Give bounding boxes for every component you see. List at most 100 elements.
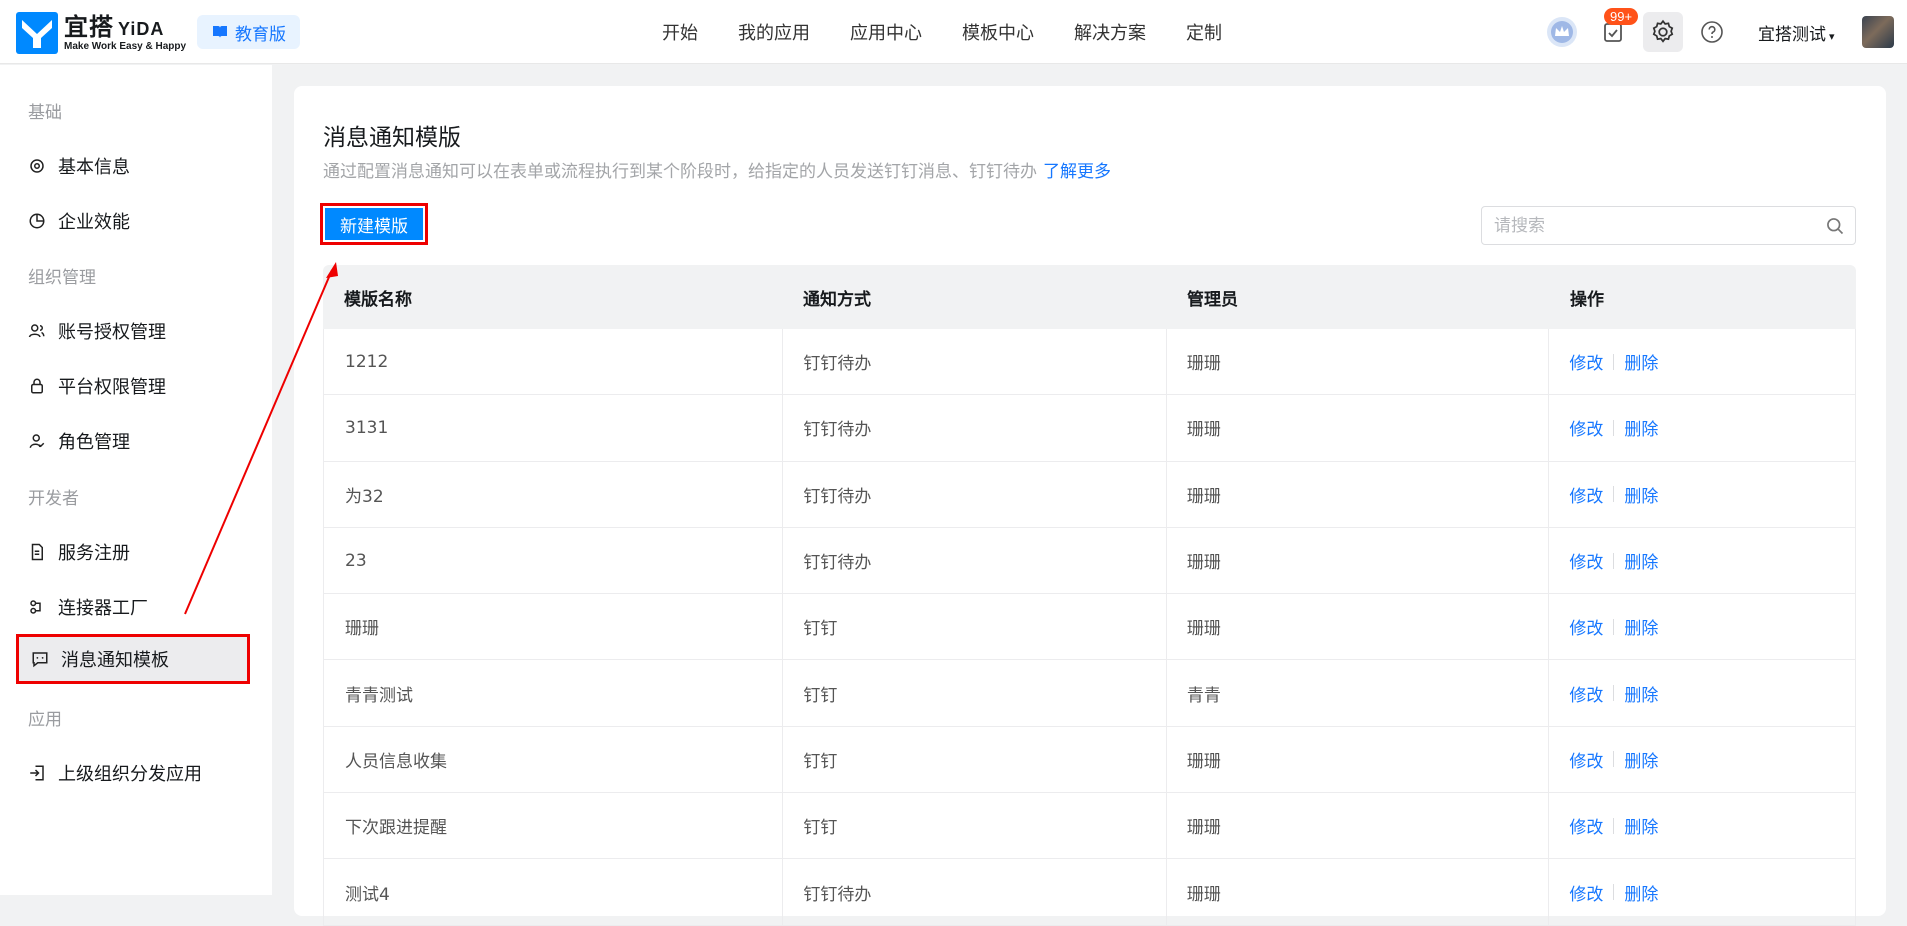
cell-method: 钉钉 xyxy=(783,660,1167,726)
sidebar-item-connector[interactable]: 连接器工厂 xyxy=(28,594,148,620)
cell-admin: 珊珊 xyxy=(1167,395,1550,461)
new-template-button[interactable]: 新建模版 xyxy=(325,208,423,240)
brand-slogan: Make Work Easy & Happy xyxy=(64,40,187,52)
cell-name: 3131 xyxy=(324,395,784,461)
delete-link[interactable]: 删除 xyxy=(1624,482,1658,507)
sidebar-item-role[interactable]: 角色管理 xyxy=(28,428,130,454)
gear-icon[interactable] xyxy=(1643,12,1683,52)
nav-template-center[interactable]: 模板中心 xyxy=(962,19,1034,45)
group-dev: 开发者 xyxy=(28,489,79,509)
search-icon[interactable] xyxy=(1825,216,1845,236)
edition-badge[interactable]: 教育版 xyxy=(197,15,300,49)
cell-admin: 珊珊 xyxy=(1167,329,1550,395)
sidebar-item-notify-template[interactable]: 消息通知模板 xyxy=(16,634,250,684)
cell-name: 青青测试 xyxy=(324,660,784,726)
delete-link[interactable]: 删除 xyxy=(1624,614,1658,639)
search-box xyxy=(1481,206,1856,245)
cell-admin: 珊珊 xyxy=(1167,726,1550,793)
cell-actions: 修改 删除 xyxy=(1549,793,1855,858)
template-table: 模版名称 通知方式 管理员 操作 1212 钉钉待办 珊珊 修改 删除 3131 钉钉待办珊… xyxy=(323,265,1856,926)
edit-link[interactable]: 修改 xyxy=(1569,614,1603,639)
description-text: 通过配置消息通知可以在表单或流程执行到某个阶段时，给指定的人员发送钉钉消息、钉钉… xyxy=(323,162,1037,182)
help-icon[interactable] xyxy=(1694,14,1730,50)
sidebar-item-service[interactable]: 服务注册 xyxy=(28,539,130,565)
edit-link[interactable]: 修改 xyxy=(1569,747,1603,772)
nav-solutions[interactable]: 解决方案 xyxy=(1074,19,1146,45)
table-row: 为32 钉钉待办 珊珊 修改 删除 xyxy=(323,461,1856,528)
sidebar-item-label: 消息通知模板 xyxy=(61,650,169,671)
cell-admin: 珊珊 xyxy=(1167,859,1550,925)
user-name: 宜搭测试 xyxy=(1758,25,1826,45)
cell-name: 测试4 xyxy=(324,859,784,925)
group-org: 组织管理 xyxy=(28,268,96,288)
search-input[interactable] xyxy=(1482,207,1802,244)
cell-name: 人员信息收集 xyxy=(324,726,784,793)
delete-link[interactable]: 删除 xyxy=(1624,813,1658,838)
delete-link[interactable]: 删除 xyxy=(1624,747,1658,772)
top-bar: 宜搭 YiDA Make Work Easy & Happy 教育版 开始 我的应… xyxy=(0,0,1907,64)
sidebar-item-label: 上级组织分发应用 xyxy=(58,764,202,785)
nav-start[interactable]: 开始 xyxy=(662,19,698,45)
cell-actions: 修改 删除 xyxy=(1549,859,1855,924)
brand-en: YiDA xyxy=(118,18,165,39)
delete-link[interactable]: 删除 xyxy=(1624,681,1658,706)
delete-link[interactable]: 删除 xyxy=(1624,548,1658,573)
sidebar-item-efficiency[interactable]: 企业效能 xyxy=(28,208,130,234)
edition-label: 教育版 xyxy=(235,24,286,45)
cell-actions: 修改 删除 xyxy=(1549,660,1855,725)
sidebar-item-label: 账号授权管理 xyxy=(58,322,166,343)
edit-link[interactable]: 修改 xyxy=(1569,349,1603,374)
nav-app-center[interactable]: 应用中心 xyxy=(850,19,922,45)
cell-name: 23 xyxy=(324,527,784,594)
delete-link[interactable]: 删除 xyxy=(1624,349,1658,374)
avatar[interactable] xyxy=(1862,16,1894,48)
delete-link[interactable]: 删除 xyxy=(1624,415,1658,440)
gear-icon xyxy=(30,159,44,173)
user-menu[interactable]: 宜搭测试 ▾ xyxy=(1758,20,1835,45)
caret-down-icon: ▾ xyxy=(1829,30,1835,43)
table-row: 珊珊 钉钉 珊珊 修改 删除 xyxy=(323,594,1856,661)
cell-method: 钉钉待办 xyxy=(783,527,1167,594)
document-icon xyxy=(31,543,43,561)
sidebar-item-label: 服务注册 xyxy=(58,543,130,564)
lock-icon xyxy=(31,378,43,394)
table-header: 模版名称 通知方式 管理员 操作 xyxy=(323,265,1856,329)
sidebar-item-label: 角色管理 xyxy=(58,432,130,453)
edit-link[interactable]: 修改 xyxy=(1569,415,1603,440)
edit-link[interactable]: 修改 xyxy=(1569,880,1603,905)
sidebar-item-permission[interactable]: 平台权限管理 xyxy=(28,373,166,399)
edit-link[interactable]: 修改 xyxy=(1569,548,1603,573)
divider xyxy=(1613,486,1615,503)
sidebar-item-account[interactable]: 账号授权管理 xyxy=(28,318,166,344)
cell-method: 钉钉待办 xyxy=(783,395,1167,461)
divider xyxy=(1613,618,1615,635)
login-icon xyxy=(30,765,44,781)
brand-cn: 宜搭 xyxy=(64,12,114,41)
divider xyxy=(1613,552,1615,569)
table-row: 人员信息收集 钉钉 珊珊 修改 删除 xyxy=(323,726,1856,794)
cell-admin: 珊珊 xyxy=(1167,461,1550,527)
crown-icon[interactable] xyxy=(1544,14,1580,50)
nav-custom[interactable]: 定制 xyxy=(1186,19,1222,45)
group-app: 应用 xyxy=(28,710,62,730)
cell-actions: 修改 删除 xyxy=(1549,528,1855,593)
cell-method: 钉钉待办 xyxy=(783,859,1167,925)
edit-link[interactable]: 修改 xyxy=(1569,482,1603,507)
connector-icon xyxy=(30,600,41,614)
learn-more-link[interactable]: 了解更多 xyxy=(1043,162,1111,182)
book-icon xyxy=(213,26,227,38)
logo[interactable]: 宜搭 YiDA Make Work Easy & Happy xyxy=(16,12,186,54)
edit-link[interactable]: 修改 xyxy=(1569,813,1603,838)
header-actions: 操作 xyxy=(1570,289,1604,310)
sidebar-item-basic-info[interactable]: 基本信息 xyxy=(28,153,130,179)
sidebar-item-label: 连接器工厂 xyxy=(58,598,148,619)
sidebar-item-distribute[interactable]: 上级组织分发应用 xyxy=(28,760,202,786)
user-role-icon xyxy=(29,434,45,449)
nav-my-apps[interactable]: 我的应用 xyxy=(738,19,810,45)
edit-link[interactable]: 修改 xyxy=(1569,681,1603,706)
header-name: 模版名称 xyxy=(344,289,412,310)
cell-name: 1212 xyxy=(324,329,784,395)
cell-method: 钉钉待办 xyxy=(783,461,1167,527)
delete-link[interactable]: 删除 xyxy=(1624,880,1658,905)
divider xyxy=(1613,884,1615,901)
